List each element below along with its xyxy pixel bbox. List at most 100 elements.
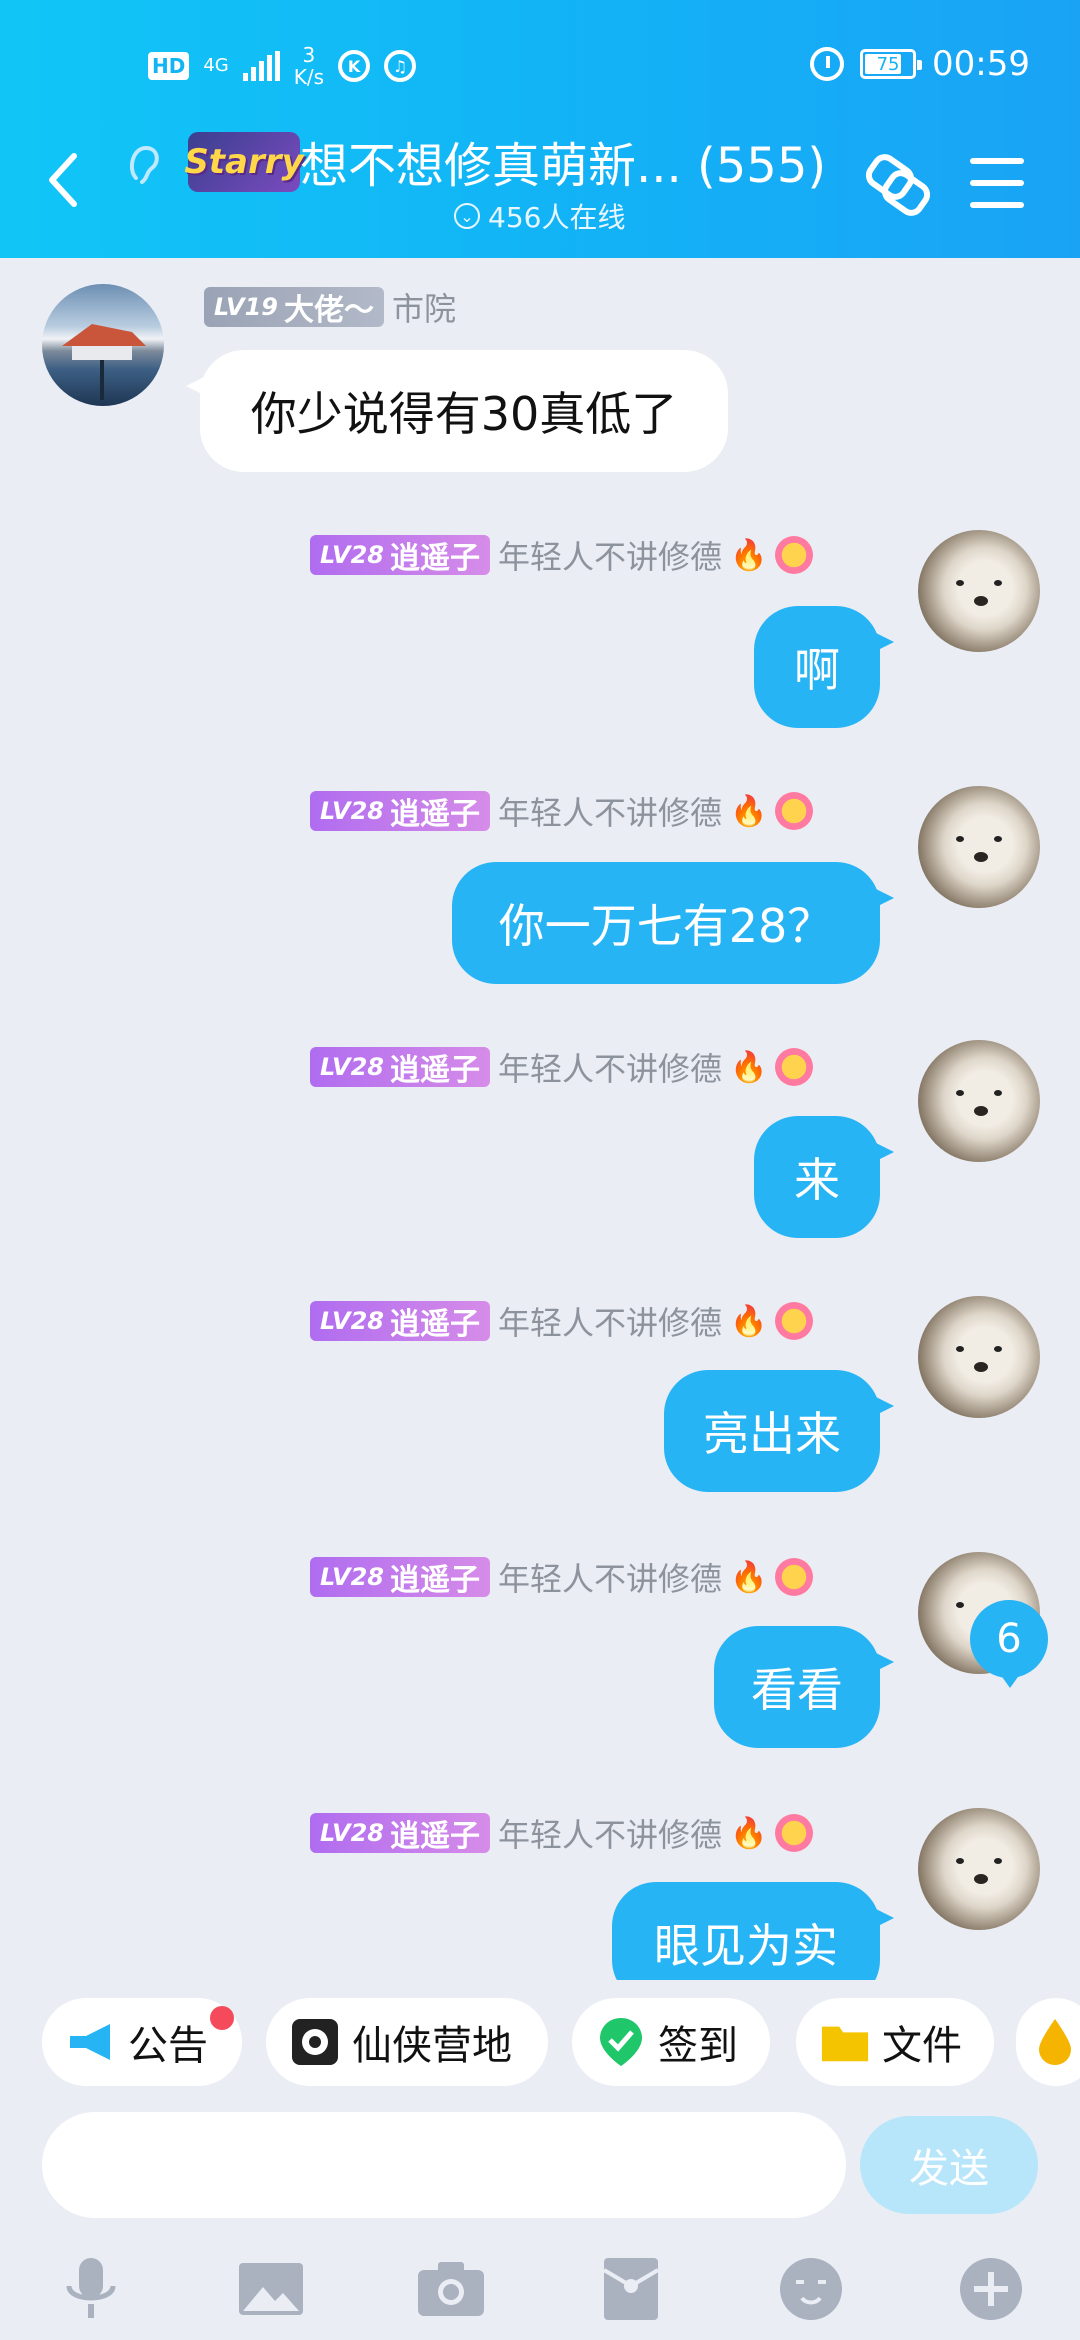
chevron-down-icon: ⌄: [454, 203, 480, 229]
sender-name: 市院: [391, 290, 456, 328]
net-speed: 3 K/s: [294, 44, 324, 88]
level-text: LV28: [320, 541, 384, 569]
message-bubble[interactable]: 你少说得有30真低了: [186, 350, 728, 472]
message-input[interactable]: [42, 2112, 846, 2218]
red-packet-icon[interactable]: [596, 2254, 666, 2324]
alarm-icon: [810, 47, 845, 81]
unread-count-badge[interactable]: 6: [970, 1600, 1048, 1688]
send-button[interactable]: 发送: [860, 2116, 1038, 2214]
signal-icon: [242, 51, 280, 81]
level-badge: LV28 逍遥子: [310, 1813, 490, 1854]
net-speed-unit: K/s: [293, 65, 325, 89]
level-text: LV28: [320, 1053, 384, 1081]
clock: 00:59: [932, 44, 1030, 84]
music-app-icon: ♫: [384, 50, 417, 82]
shortcut-label: 签到: [658, 2023, 738, 2069]
shortcut-camp[interactable]: 仙侠营地: [266, 1998, 548, 2086]
camera-icon[interactable]: [416, 2254, 486, 2324]
my-avatar[interactable]: [918, 1296, 1040, 1418]
flower-badge-icon: [775, 1302, 814, 1340]
shortcut-more[interactable]: [1016, 1998, 1080, 2086]
hd-badge: HD: [148, 52, 190, 80]
level-badge: LV28 逍遥子: [310, 1557, 490, 1598]
fire-icon: 🔥: [729, 1559, 768, 1595]
my-avatar[interactable]: [918, 786, 1040, 908]
sender-meta: LV28 逍遥子 年轻人不讲修德 🔥: [310, 1298, 814, 1344]
level-text: LV28: [320, 797, 384, 825]
ear-icon[interactable]: [124, 140, 164, 190]
message-bubble[interactable]: 来: [754, 1116, 894, 1238]
plus-icon[interactable]: [956, 2254, 1026, 2324]
my-avatar[interactable]: [918, 530, 1040, 652]
shortcut-label: 仙侠营地: [352, 2023, 512, 2069]
folder-icon: [820, 2017, 870, 2067]
message-bubble[interactable]: 啊: [754, 606, 894, 728]
fire-icon: 🔥: [729, 1815, 768, 1851]
sender-name: 年轻人不讲修德: [497, 1050, 722, 1088]
level-badge: LV28 逍遥子: [310, 791, 490, 832]
message-bubble[interactable]: 你一万七有28？: [452, 862, 894, 984]
my-avatar[interactable]: [918, 1808, 1040, 1930]
level-text: LV19: [214, 293, 278, 321]
level-title: 逍遥子: [389, 1563, 480, 1598]
sender-name: 年轻人不讲修德: [497, 794, 722, 832]
sender-name: 年轻人不讲修德: [497, 1304, 722, 1342]
sender-name: 年轻人不讲修德: [497, 1816, 722, 1854]
level-title: 逍遥子: [389, 1819, 480, 1854]
level-title: 逍遥子: [389, 1307, 480, 1342]
battery-level: 75: [876, 53, 900, 75]
network-type: 4G: [203, 55, 229, 76]
chat-header: HD 4G 3 K/s K ♫ 75 00:59 Starry 想不想修真萌新.…: [0, 0, 1080, 258]
shortcut-announcement[interactable]: 公告: [42, 1998, 242, 2086]
level-title: 逍遥子: [389, 797, 480, 832]
drop-icon: [1030, 2017, 1080, 2067]
group-logo: Starry: [184, 132, 304, 192]
shortcut-files[interactable]: 文件: [796, 1998, 994, 2086]
message-bubble[interactable]: 眼见为实: [612, 1882, 894, 1980]
shortcut-label: 文件: [882, 2023, 962, 2069]
share-link-icon[interactable]: [860, 148, 934, 222]
image-icon[interactable]: [236, 2254, 306, 2324]
notification-dot: [210, 2006, 234, 2030]
status-bar: HD 4G 3 K/s K ♫ 75 00:59: [0, 0, 1080, 130]
fire-icon: 🔥: [729, 1303, 768, 1339]
sender-meta: LV28 逍遥子 年轻人不讲修德 🔥: [310, 1554, 814, 1600]
level-title: 大佬～: [283, 293, 374, 328]
sender-name: 年轻人不讲修德: [497, 538, 722, 576]
mic-icon[interactable]: [56, 2254, 126, 2324]
shortcut-checkin[interactable]: 签到: [572, 1998, 770, 2086]
level-badge: LV19 大佬～: [204, 287, 384, 328]
level-text: LV28: [320, 1307, 384, 1335]
message-bubble[interactable]: 亮出来: [664, 1370, 894, 1492]
emoji-icon[interactable]: [776, 2254, 846, 2324]
level-text: LV28: [320, 1563, 384, 1591]
level-text: LV28: [320, 1819, 384, 1847]
level-title: 逍遥子: [389, 1053, 480, 1088]
megaphone-icon: [66, 2017, 116, 2067]
battery-icon: 75: [860, 49, 923, 79]
level-badge: LV28 逍遥子: [310, 1047, 490, 1088]
check-in-icon: [596, 2017, 646, 2067]
menu-icon[interactable]: [970, 158, 1024, 208]
flower-badge-icon: [775, 1558, 814, 1596]
sender-avatar[interactable]: [42, 284, 164, 406]
my-avatar[interactable]: [918, 1040, 1040, 1162]
back-arrow-icon[interactable]: [44, 150, 80, 210]
sender-meta: LV28 逍遥子 年轻人不讲修德 🔥: [310, 788, 814, 834]
online-count[interactable]: ⌄ 456人在线: [454, 196, 625, 236]
shortcut-bar: 公告 仙侠营地 签到 文件: [0, 1998, 1080, 2090]
fire-icon: 🔥: [729, 793, 768, 829]
message-list[interactable]: LV19 大佬～ 市院 你少说得有30真低了 LV28 逍遥子 年轻人不讲修德 🔥 …: [0, 258, 1080, 1980]
camp-icon: [290, 2017, 340, 2067]
online-count-label: 456人在线: [488, 201, 626, 234]
sender-meta: LV28 逍遥子 年轻人不讲修德 🔥: [310, 532, 814, 578]
level-badge: LV28 逍遥子: [310, 535, 490, 576]
message-bubble[interactable]: 看看: [714, 1626, 894, 1748]
flower-badge-icon: [775, 536, 814, 574]
sender-name: 年轻人不讲修德: [497, 1560, 722, 1598]
fire-icon: 🔥: [729, 1049, 768, 1085]
sender-meta: LV19 大佬～ 市院: [204, 284, 456, 330]
level-badge: LV28 逍遥子: [310, 1301, 490, 1342]
flower-badge-icon: [775, 1048, 814, 1086]
group-title[interactable]: 想不想修真萌新... (555): [300, 126, 826, 196]
